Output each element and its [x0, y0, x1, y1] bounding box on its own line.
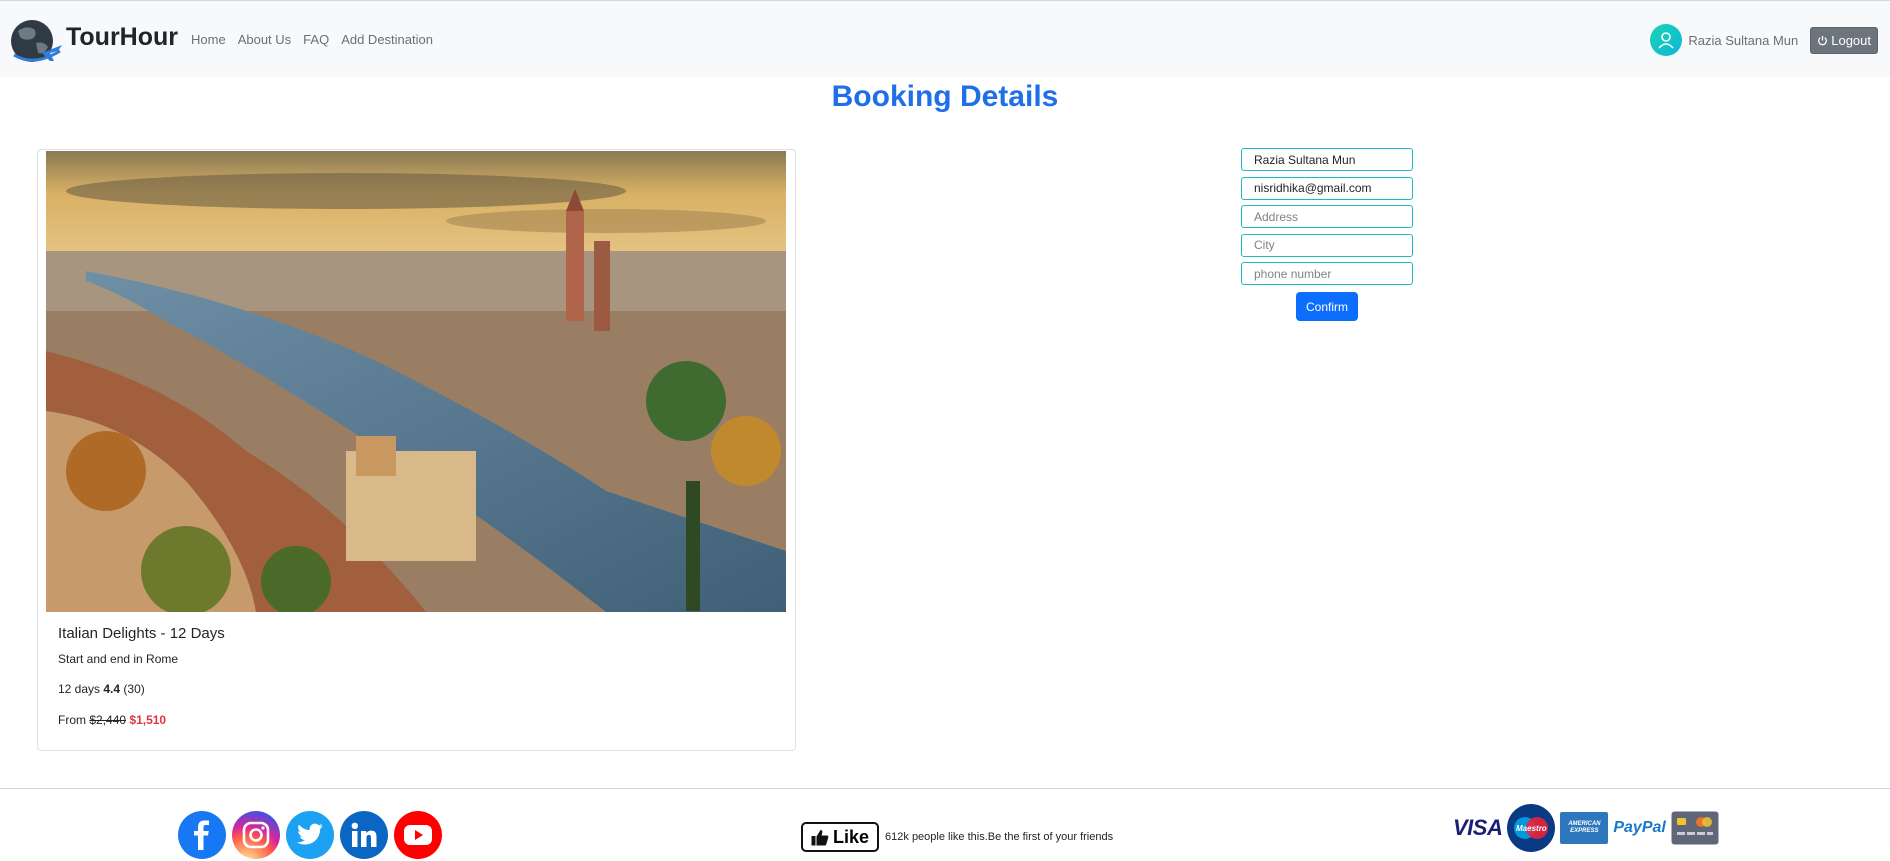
logout-label: Logout [1831, 32, 1871, 48]
twitter-icon[interactable] [286, 811, 334, 859]
city-field[interactable] [1241, 233, 1413, 257]
user-icon [1658, 32, 1674, 49]
linkedin-icon[interactable] [340, 811, 388, 859]
confirm-button[interactable]: Confirm [1296, 292, 1358, 321]
globe-plane-logo-icon [11, 20, 62, 62]
tour-title: Italian Delights - 12 Days [58, 625, 225, 642]
user-name: Razia Sultana Mun [1688, 32, 1799, 48]
page-title: Booking Details [831, 80, 1059, 113]
like-button[interactable]: Like [801, 822, 880, 852]
generic-card-icon [1671, 811, 1719, 845]
brand[interactable]: TourHour [8, 17, 178, 65]
price-prefix: From [58, 713, 86, 727]
facebook-icon[interactable] [178, 811, 226, 859]
tour-duration: 12 days [58, 682, 101, 696]
navbar: TourHour Home About Us FAQ Add Destinati… [0, 0, 1890, 77]
like-label: Like [833, 826, 870, 847]
tour-meta: 12 days 4.4 (30) [58, 682, 145, 696]
address-field[interactable] [1241, 205, 1413, 228]
nav-link-home[interactable]: Home [191, 32, 226, 47]
visa-logo: VISA [1453, 815, 1503, 840]
like-count-text: 612k people like this.Be the first of yo… [885, 831, 1114, 843]
social-links [178, 811, 442, 859]
name-field[interactable] [1241, 148, 1413, 171]
nav-link-add-destination[interactable]: Add Destination [341, 32, 433, 47]
power-icon [1818, 35, 1828, 45]
verona-city-photo [46, 151, 786, 612]
footer-divider [0, 788, 1890, 789]
amex-logo: AMERICAN EXPRESS [1560, 811, 1609, 845]
phone-field[interactable] [1241, 262, 1413, 285]
like-widget: Like 612k people like this.Be the first … [801, 822, 1113, 852]
nav-links: Home About Us FAQ Add Destination [191, 32, 433, 47]
nav-link-about-us[interactable]: About Us [238, 32, 291, 47]
brand-name: TourHour [66, 22, 179, 51]
email-field[interactable] [1241, 176, 1413, 200]
maestro-logo: Maestro [1507, 804, 1556, 852]
tour-price: From $2,440 $1,510 [58, 713, 166, 727]
paypal-logo: PayPal [1613, 819, 1666, 836]
instagram-icon[interactable] [232, 811, 280, 859]
tour-subtitle: Start and end in Rome [58, 652, 179, 666]
tour-card: Italian Delights - 12 Days Start and end… [37, 149, 796, 751]
old-price: $2,440 [89, 713, 127, 727]
tour-rating: 4.4 [103, 682, 121, 696]
nav-link-faq[interactable]: FAQ [303, 32, 329, 47]
booking-form: Confirm [1241, 148, 1413, 321]
logout-button[interactable]: Logout [1810, 26, 1878, 54]
payment-methods: VISA Maestro AMERICAN EXPRESS PayPal [1453, 804, 1719, 852]
tour-image [46, 151, 786, 612]
youtube-icon[interactable] [394, 811, 442, 859]
avatar[interactable] [1650, 24, 1683, 56]
tour-reviews: (30) [123, 682, 145, 696]
new-price: $1,510 [129, 713, 167, 727]
user-area: Razia Sultana Mun Logout [1650, 24, 1878, 56]
thumbs-up-icon [811, 829, 829, 845]
